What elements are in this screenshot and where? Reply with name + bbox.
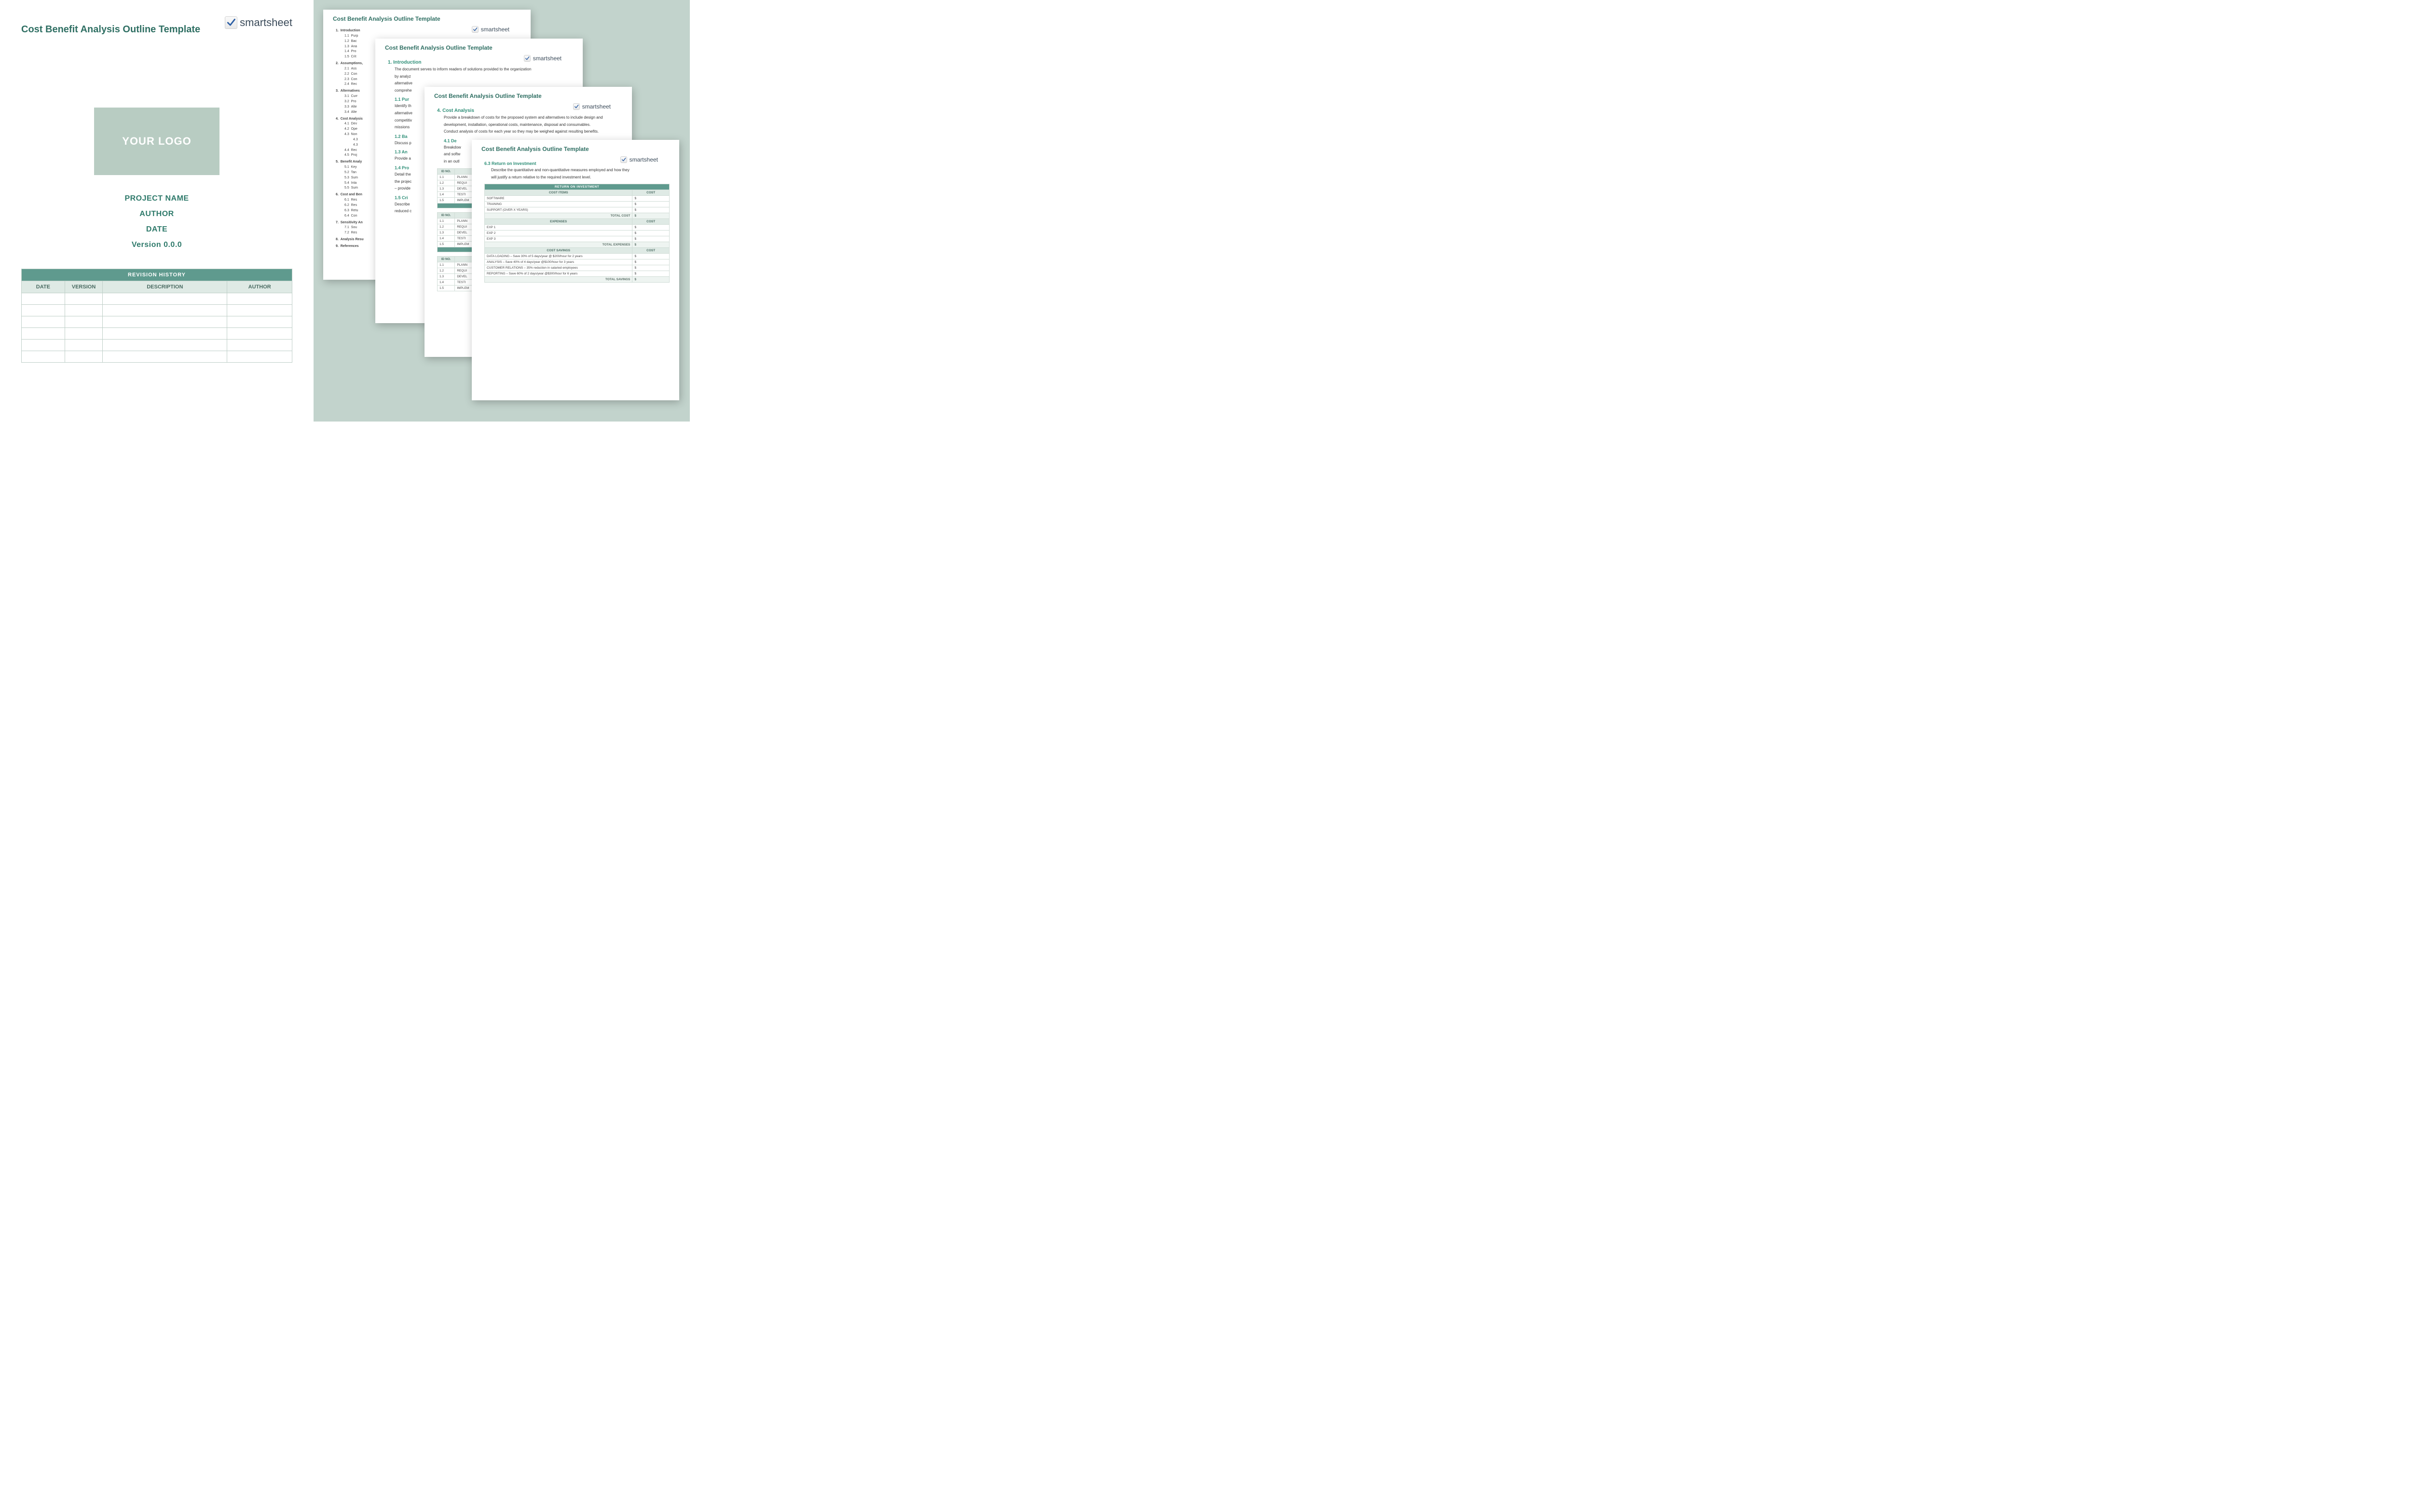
id-table-2: ID NO. 1.1PLANN 1.2REQUI 1.3DEVEL 1.4TES… — [437, 212, 476, 252]
table-row — [22, 316, 292, 328]
check-icon — [524, 55, 531, 62]
col-date: DATE — [22, 281, 65, 293]
logo-placeholder: YOUR LOGO — [94, 108, 219, 175]
col-author: AUTHOR — [227, 281, 292, 293]
table-row — [22, 305, 292, 316]
table-row — [22, 328, 292, 340]
cover-meta: PROJECT NAME AUTHOR DATE Version 0.0.0 — [21, 194, 292, 249]
date: DATE — [21, 225, 292, 234]
col-version: VERSION — [65, 281, 103, 293]
check-icon — [620, 156, 627, 163]
revision-history-table: REVISION HISTORY DATE VERSION DESCRIPTIO… — [21, 269, 292, 363]
page-title: Cost Benefit Analysis Outline Template — [434, 93, 542, 99]
brand-logo: smartsheet — [573, 103, 611, 110]
brand-logo: smartsheet — [225, 16, 292, 29]
author: AUTHOR — [21, 210, 292, 218]
table-row — [22, 340, 292, 351]
id-table-1: ID NO. 1.1PLANN 1.2REQUI 1.3DEVEL 1.4TES… — [437, 168, 476, 208]
col-description: DESCRIPTION — [103, 281, 227, 293]
brand-logo: smartsheet — [472, 26, 509, 33]
roi-table: RETURN ON INVESTMENT COST ITEMSCOST SOFT… — [484, 184, 670, 283]
cover-page: Cost Benefit Analysis Outline Template s… — [0, 0, 314, 422]
project-name: PROJECT NAME — [21, 194, 292, 203]
check-icon — [573, 103, 580, 110]
page-title: Cost Benefit Analysis Outline Template — [333, 15, 440, 22]
id-table-3: ID NO. 1.1PLANN 1.2REQUI 1.3DEVEL 1.4TES… — [437, 256, 476, 291]
table-row — [22, 293, 292, 305]
page-title: Cost Benefit Analysis Outline Template — [385, 44, 493, 51]
version: Version 0.0.0 — [21, 241, 292, 249]
check-icon — [472, 26, 479, 33]
revision-title: REVISION HISTORY — [22, 269, 292, 281]
check-icon — [225, 16, 237, 29]
brand-name: smartsheet — [240, 16, 292, 29]
brand-logo: smartsheet — [524, 55, 562, 62]
page-title: Cost Benefit Analysis Outline Template — [481, 146, 589, 152]
table-row — [22, 351, 292, 363]
preview-page-roi: Cost Benefit Analysis Outline Template s… — [472, 140, 679, 400]
brand-logo: smartsheet — [620, 156, 658, 163]
preview-stack: Cost Benefit Analysis Outline Template s… — [314, 0, 690, 422]
